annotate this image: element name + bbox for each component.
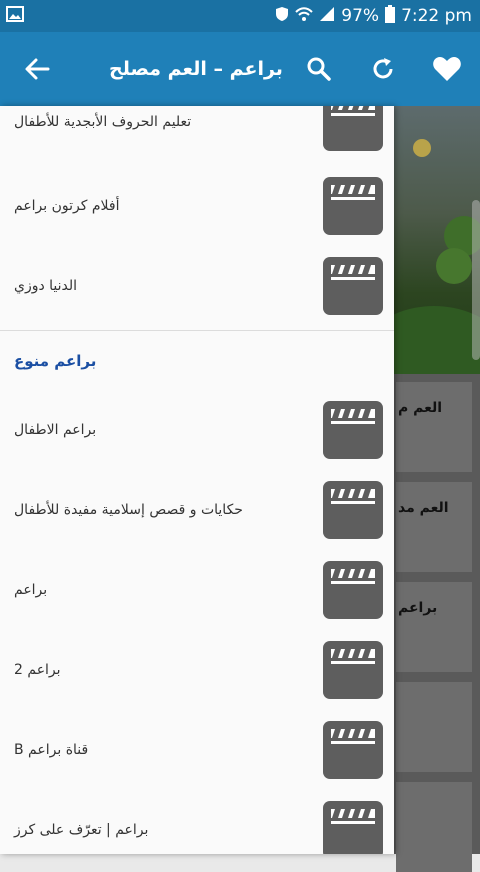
app-title: براعم – العم مصلح (109, 58, 283, 80)
drawer-item[interactable]: الدنيا دوزي (0, 246, 394, 326)
drawer-section-title: براعم منوع (14, 352, 97, 370)
drawer-item-label: حكايات و قصص إسلامية مفيدة للأطفال (14, 502, 243, 518)
drawer-item-label: تعليم الحروف الأبجدية للأطفال (14, 114, 192, 130)
navigation-drawer: تعليم الحروف الأبجدية للأطفال أفلام كرتو… (0, 106, 394, 854)
video-card-title: براعم (398, 600, 438, 616)
clapperboard-icon (323, 641, 383, 699)
shield-icon (275, 6, 289, 27)
video-card[interactable] (396, 682, 472, 772)
heart-icon[interactable] (426, 48, 468, 90)
drawer-item-label: الدنيا دوزي (14, 278, 78, 294)
clapperboard-icon (323, 177, 383, 235)
clapperboard-icon (323, 257, 383, 315)
drawer-item-label: براعم الاطفال (14, 422, 97, 438)
drawer-item[interactable]: براعم | تعرّف على كرز (0, 790, 394, 854)
clapperboard-icon (323, 721, 383, 779)
banner-image (334, 106, 480, 506)
video-card-title: العم مد (398, 500, 449, 516)
clapperboard-icon (323, 561, 383, 619)
drawer-divider (0, 330, 394, 331)
battery-text: 97% (341, 6, 380, 26)
clapperboard-icon (323, 481, 383, 539)
app-bar: براعم – العم مصلح (0, 32, 480, 106)
video-card-title: العم م (398, 400, 443, 416)
drawer-item[interactable]: براعم (0, 550, 394, 630)
drawer-item-label: براعم | تعرّف على كرز (14, 822, 149, 838)
clapperboard-icon (323, 801, 383, 854)
drawer-item-label: أفلام كرتون براعم (14, 198, 120, 214)
drawer-item[interactable]: تعليم الحروف الأبجدية للأطفال (0, 106, 394, 162)
drawer-item[interactable]: براعم 2 (0, 630, 394, 710)
video-card[interactable]: العم مد (396, 482, 472, 572)
clapperboard-icon (323, 401, 383, 459)
video-card[interactable] (396, 782, 472, 872)
refresh-icon[interactable] (362, 48, 404, 90)
status-bar: 97% 7:22 pm (0, 0, 480, 32)
background-content: العم م العم مد براعم (334, 106, 480, 872)
drawer-item[interactable]: براعم الاطفال (0, 390, 394, 470)
clapperboard-icon (323, 106, 383, 151)
video-card[interactable]: براعم (396, 582, 472, 672)
drawer-item[interactable]: أفلام كرتون براعم (0, 166, 394, 246)
battery-icon (385, 4, 396, 28)
drawer-item-label: براعم (14, 582, 48, 598)
drawer-item-label: قناة براعم B (14, 742, 89, 758)
search-icon[interactable] (298, 48, 340, 90)
wifi-icon (295, 6, 313, 27)
drawer-item-label: براعم 2 (14, 662, 61, 678)
drawer-item[interactable]: حكايات و قصص إسلامية مفيدة للأطفال (0, 470, 394, 550)
scrollbar-thumb[interactable] (472, 200, 480, 360)
clock: 7:22 pm (401, 6, 472, 26)
image-icon (6, 6, 24, 22)
back-arrow-icon[interactable] (16, 48, 58, 90)
video-card[interactable]: العم م (396, 382, 472, 472)
drawer-item[interactable]: قناة براعم B (0, 710, 394, 790)
signal-icon (319, 6, 335, 27)
